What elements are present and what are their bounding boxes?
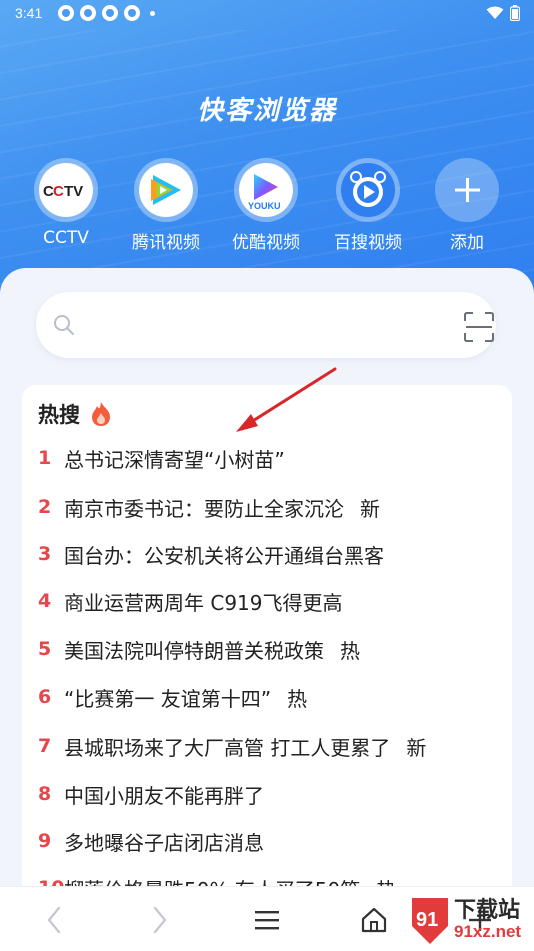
watermark-logo: 91 [412,898,448,944]
watermark-brand: 下载站 [454,898,521,923]
annotation-arrow [236,367,337,432]
watermark-mark: 91 [416,909,438,931]
watermark-url: 91xz.net [454,922,522,941]
watermark: 91 下载站 91xz.net [408,892,530,948]
